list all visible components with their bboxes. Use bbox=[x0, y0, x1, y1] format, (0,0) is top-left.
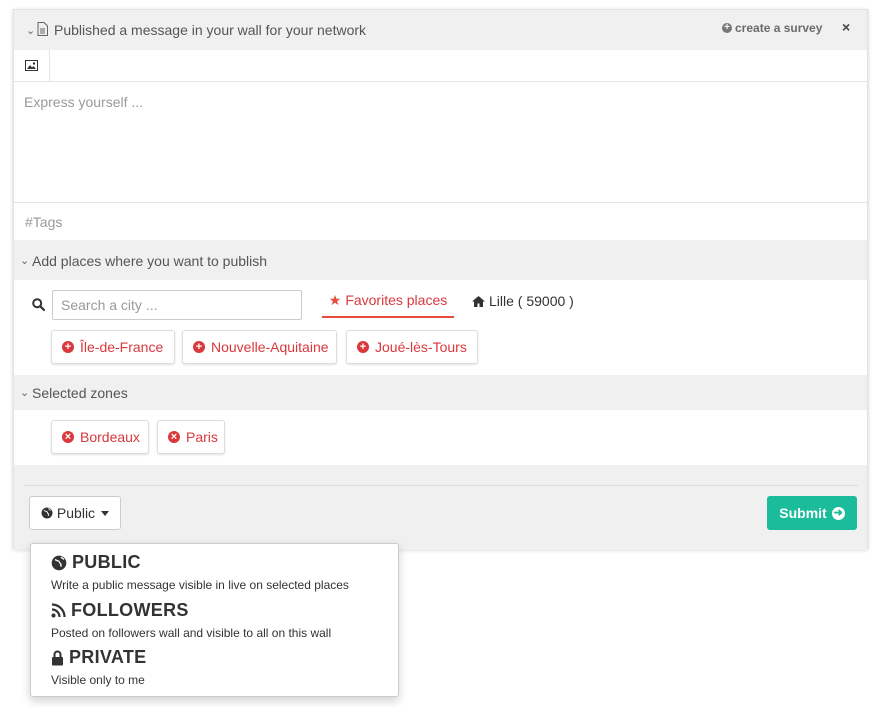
visibility-option-private[interactable]: PRIVATE Visible only to me bbox=[51, 647, 391, 687]
close-icon[interactable]: × bbox=[842, 19, 850, 35]
places-section-label: Add places where you want to publish bbox=[32, 253, 268, 269]
selected-zone-label: Bordeaux bbox=[80, 429, 140, 445]
visibility-label: Public bbox=[56, 505, 96, 521]
favorite-place-chip[interactable]: + Joué-lès-Tours bbox=[346, 330, 478, 364]
star-icon: ★ bbox=[328, 291, 342, 308]
favorite-place-label: Île-de-France bbox=[80, 339, 164, 355]
create-survey-label: create a survey bbox=[735, 21, 823, 35]
post-composer-panel: ⌄ Published a message in your wall for y… bbox=[13, 9, 868, 550]
document-icon bbox=[37, 22, 48, 36]
visibility-menu: PUBLIC Write a public message visible in… bbox=[30, 543, 399, 697]
remove-circle-icon: × bbox=[62, 431, 74, 443]
selected-zone-chip[interactable]: × Bordeaux bbox=[51, 420, 149, 454]
favorite-place-chip[interactable]: + Nouvelle-Aquitaine bbox=[182, 330, 337, 364]
remove-circle-icon: × bbox=[168, 431, 180, 443]
rss-icon bbox=[51, 603, 66, 618]
tab-home-label: Lille ( 59000 ) bbox=[489, 293, 574, 309]
zones-section-label: Selected zones bbox=[32, 385, 128, 401]
insert-image-button[interactable] bbox=[14, 50, 50, 81]
lock-icon bbox=[52, 650, 63, 665]
message-textarea[interactable] bbox=[14, 82, 867, 202]
arrow-circle-right-icon: ➜ bbox=[831, 506, 845, 520]
tags-input[interactable] bbox=[14, 202, 867, 240]
option-description: Write a public message visible in live o… bbox=[51, 578, 349, 592]
selected-zone-chip[interactable]: × Paris bbox=[157, 420, 225, 454]
visibility-option-public[interactable]: PUBLIC Write a public message visible in… bbox=[51, 552, 391, 592]
home-icon bbox=[472, 295, 485, 307]
submit-label: Submit bbox=[779, 505, 827, 521]
chevron-down-icon: ⌄ bbox=[20, 255, 30, 267]
globe-icon bbox=[51, 555, 67, 570]
tab-favorites-label: Favorites places bbox=[345, 292, 448, 308]
divider bbox=[24, 485, 858, 486]
zones-section-header[interactable]: ⌄ Selected zones bbox=[14, 375, 867, 410]
tab-favorite-places[interactable]: ★ Favorites places bbox=[322, 284, 454, 318]
submit-button[interactable]: Submit ➜ bbox=[767, 496, 857, 530]
city-search-input[interactable] bbox=[52, 290, 302, 320]
option-description: Visible only to me bbox=[51, 673, 145, 687]
composer-footer: Public Submit ➜ bbox=[14, 465, 867, 550]
chevron-down-icon: ⌄ bbox=[20, 387, 30, 399]
option-title: PRIVATE bbox=[69, 647, 147, 667]
caret-down-icon bbox=[101, 510, 110, 516]
favorite-place-label: Nouvelle-Aquitaine bbox=[211, 339, 329, 355]
composer-title: Published a message in your wall for you… bbox=[54, 22, 367, 38]
add-circle-icon: + bbox=[62, 341, 74, 353]
add-circle-icon: + bbox=[357, 341, 369, 353]
visibility-dropdown[interactable]: Public bbox=[29, 496, 121, 530]
selected-zones-panel: × Bordeaux × Paris bbox=[14, 410, 867, 465]
add-circle-icon: + bbox=[193, 341, 205, 353]
favorite-place-chip[interactable]: + Île-de-France bbox=[51, 330, 175, 364]
tab-home-city[interactable]: Lille ( 59000 ) bbox=[472, 284, 574, 318]
places-panel: ★ Favorites places Lille ( 59000 ) + Île… bbox=[14, 280, 867, 375]
image-icon bbox=[25, 60, 38, 71]
globe-icon bbox=[41, 507, 53, 519]
chevron-down-icon[interactable]: ⌄ bbox=[26, 24, 35, 37]
option-description: Posted on followers wall and visible to … bbox=[51, 626, 332, 640]
plus-circle-icon: + bbox=[722, 23, 732, 33]
selected-zone-label: Paris bbox=[186, 429, 218, 445]
search-icon bbox=[32, 298, 45, 311]
visibility-option-followers[interactable]: FOLLOWERS Posted on followers wall and v… bbox=[51, 600, 391, 640]
option-title: FOLLOWERS bbox=[71, 600, 189, 620]
editor-toolbar bbox=[14, 50, 867, 82]
favorite-place-label: Joué-lès-Tours bbox=[375, 339, 467, 355]
create-survey-link[interactable]: + create a survey bbox=[722, 21, 822, 35]
places-section-header[interactable]: ⌄ Add places where you want to publish bbox=[14, 240, 867, 280]
option-title: PUBLIC bbox=[72, 552, 141, 572]
